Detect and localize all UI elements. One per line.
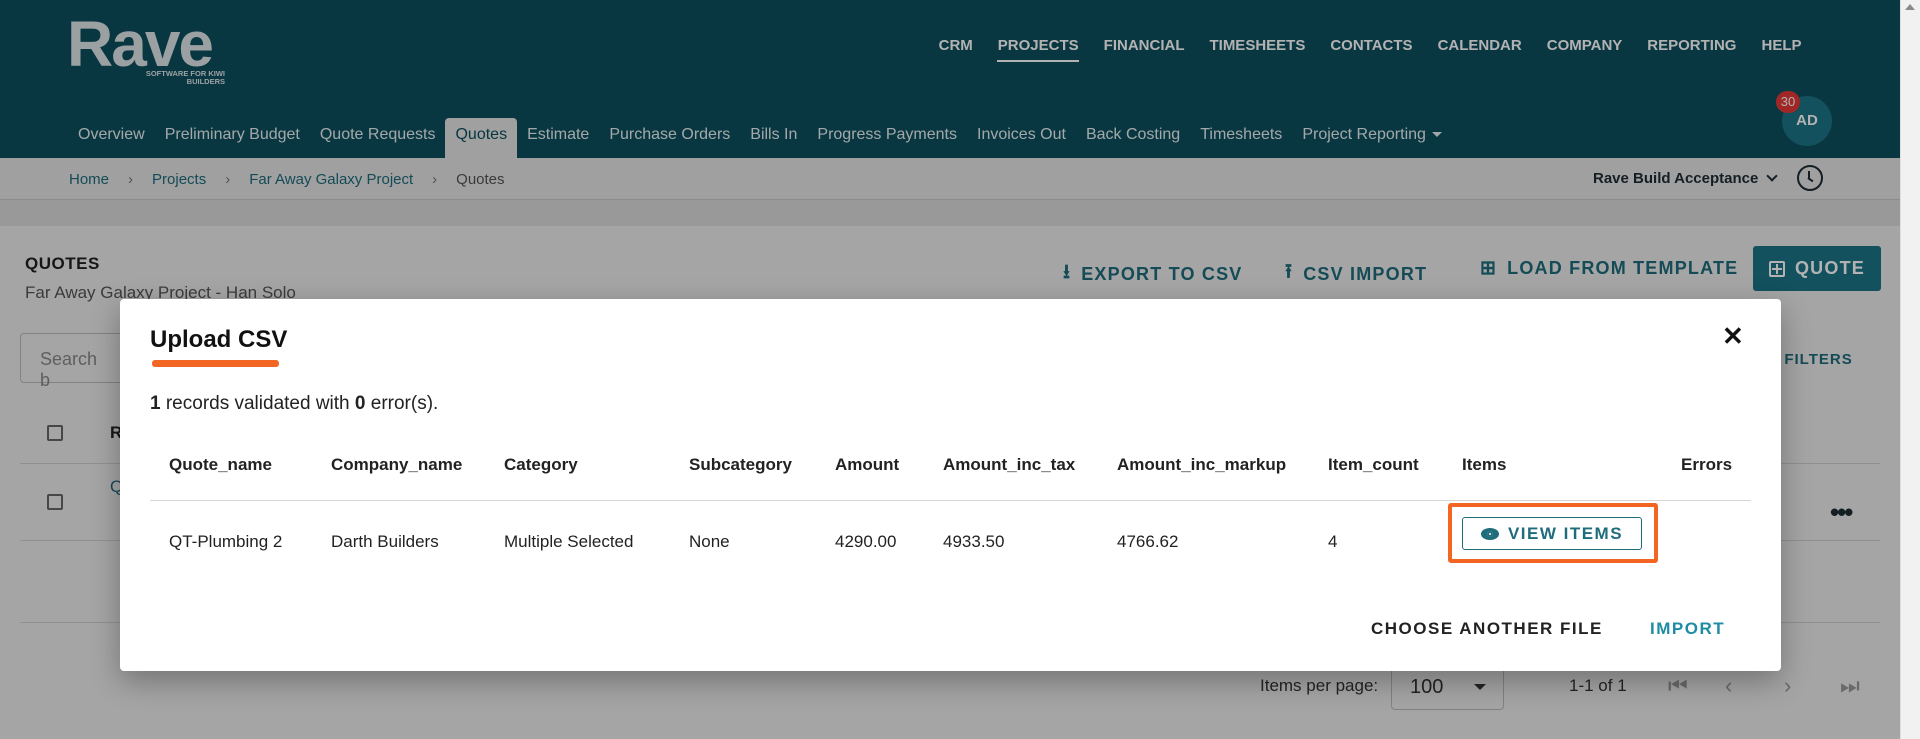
validation-summary: 1 records validated with 0 error(s). — [150, 393, 438, 415]
header-divider — [150, 500, 1751, 501]
cell-subcategory: None — [689, 532, 730, 551]
cell-category: Multiple Selected — [504, 532, 634, 551]
records-count: 1 — [150, 393, 161, 414]
title-underline-annotation — [152, 360, 279, 367]
summary-end: error(s). — [365, 393, 439, 414]
col-quote-name: Quote_name — [169, 455, 272, 474]
col-amount: Amount — [835, 455, 900, 474]
choose-another-file-button[interactable]: CHOOSE ANOTHER FILE — [1371, 619, 1603, 639]
scrollbar[interactable] — [1900, 0, 1920, 739]
col-amount-inc-tax: Amount_inc_tax — [943, 455, 1076, 474]
cell-quote-name: QT-Plumbing 2 — [169, 532, 283, 551]
col-items: Items — [1462, 455, 1507, 474]
cell-amount: 4290.00 — [835, 532, 897, 551]
scroll-up-arrow-icon[interactable] — [1905, 4, 1915, 10]
summary-text: records validated with — [160, 393, 355, 414]
cell-amount-inc-tax: 4933.50 — [943, 532, 1005, 551]
cell-amount-inc-markup: 4766.62 — [1117, 532, 1179, 551]
dialog-title: Upload CSV — [150, 326, 288, 353]
col-item-count: Item_count — [1328, 455, 1419, 474]
col-amount-inc-markup: Amount_inc_markup — [1117, 455, 1287, 474]
eye-icon — [1480, 527, 1499, 540]
upload-csv-dialog: Upload CSV ✕ 1 records validated with 0 … — [120, 299, 1781, 671]
close-icon[interactable]: ✕ — [1722, 323, 1744, 349]
col-category: Category — [504, 455, 578, 474]
view-items-button[interactable]: VIEW ITEMS — [1462, 517, 1642, 550]
col-company-name: Company_name — [331, 455, 463, 474]
import-button[interactable]: IMPORT — [1650, 619, 1725, 639]
cell-company-name: Darth Builders — [331, 532, 439, 551]
col-errors: Errors — [1681, 455, 1733, 474]
cell-item-count: 4 — [1328, 532, 1338, 551]
col-subcategory: Subcategory — [689, 455, 792, 474]
view-items-label: VIEW ITEMS — [1507, 523, 1624, 543]
error-count: 0 — [354, 393, 366, 414]
